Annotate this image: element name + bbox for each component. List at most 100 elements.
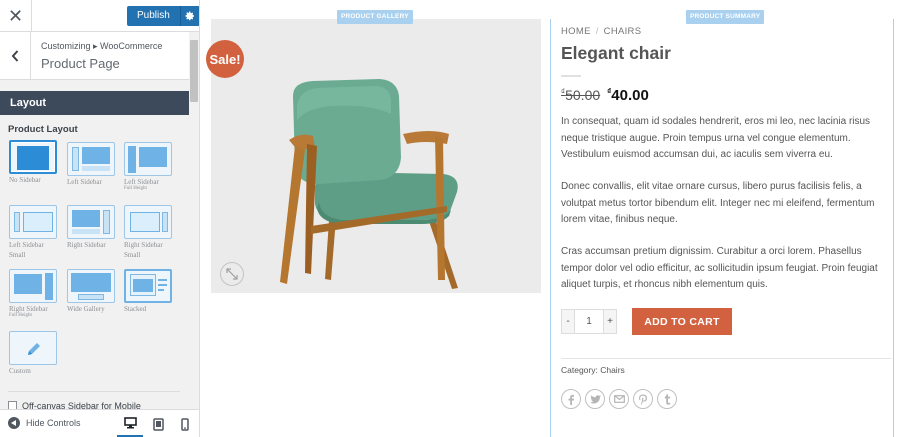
zoom-button[interactable]	[220, 262, 244, 286]
price-original: ₫50.00	[561, 87, 600, 103]
layout-subcaption: Full Height	[124, 186, 147, 191]
price-original-value: 50.00	[565, 87, 601, 103]
layout-caption: Right Sidebar	[124, 241, 163, 249]
quantity-stepper: - 1 +	[561, 309, 617, 334]
product-image-chair[interactable]	[271, 74, 471, 294]
customizer-sidebar: ✕ Publish Customizing ▸ WooCommerce Prod…	[0, 0, 200, 437]
twitter-icon[interactable]	[585, 389, 605, 409]
product-title: Elegant chair	[561, 43, 671, 63]
layout-option-right-sidebar[interactable]: Right Sidebar	[67, 205, 117, 249]
facebook-icon[interactable]	[561, 389, 581, 409]
layout-option-custom[interactable]: Custom	[9, 331, 59, 375]
sidebar-scrollbar[interactable]	[189, 32, 199, 405]
product-gallery-tag[interactable]: PRODUCT GALLERY	[337, 10, 413, 24]
layout-subcaption: Small	[124, 251, 141, 259]
back-button[interactable]	[0, 32, 31, 80]
layout-caption: Left Sidebar	[67, 178, 102, 186]
pinterest-icon[interactable]	[633, 389, 653, 409]
sale-badge: Sale!	[206, 40, 244, 78]
product-summary-tag[interactable]: PRODUCT SUMMARY	[686, 10, 765, 24]
layout-option-stacked[interactable]: Stacked	[124, 269, 174, 313]
social-share-icons	[561, 389, 677, 409]
layout-option-wide-gallery[interactable]: Wide Gallery	[67, 269, 117, 313]
layout-thumbnail	[67, 142, 115, 176]
breadcrumb-home-link[interactable]: HOME	[561, 26, 591, 37]
layout-option-no-sidebar[interactable]: No Sidebar	[9, 140, 59, 184]
customizer-breadcrumb: Customizing ▸ WooCommerce	[41, 41, 163, 51]
layout-option-left-sidebar-small[interactable]: Left Sidebar Small	[9, 205, 59, 259]
layout-thumbnail	[124, 142, 172, 176]
off-canvas-option[interactable]: Off-canvas Sidebar for Mobile	[8, 401, 188, 409]
site-preview: Sale! PRODUCT GALLERY PRODUCT SUMMARY HO…	[200, 0, 900, 437]
layout-thumbnail	[9, 269, 57, 303]
hide-controls-label: Hide Controls	[26, 418, 81, 428]
customizer-topbar: ✕ Publish	[0, 0, 199, 32]
product-layout-label: Product Layout	[8, 124, 78, 135]
collapse-arrow-icon	[8, 417, 20, 429]
layout-thumbnail	[67, 205, 115, 239]
layout-option-right-sidebar-small[interactable]: Right Sidebar Small	[124, 205, 174, 259]
pencil-icon	[28, 343, 40, 355]
off-canvas-label: Off-canvas Sidebar for Mobile	[22, 401, 141, 409]
title-divider	[561, 75, 581, 77]
publish-settings-gear-icon[interactable]	[181, 6, 199, 26]
close-customizer-button[interactable]: ✕	[0, 0, 32, 32]
description-paragraph: In consequat, quam id sodales hendrerit,…	[561, 116, 871, 160]
layout-caption: Left Sidebar	[9, 241, 44, 249]
quantity-plus-button[interactable]: +	[603, 309, 617, 334]
layout-option-left-sidebar-full-height[interactable]: Left Sidebar Full Height	[124, 142, 174, 192]
layout-caption: No Sidebar	[9, 176, 41, 184]
breadcrumb-category-link[interactable]: CHAIRS	[604, 26, 642, 37]
scrollbar-thumb[interactable]	[190, 40, 198, 102]
product-gallery[interactable]	[211, 19, 541, 293]
off-canvas-checkbox[interactable]	[8, 401, 17, 409]
layout-section-header: Layout	[0, 91, 189, 115]
chevron-left-icon	[11, 50, 19, 62]
layout-caption: Right Sidebar	[67, 241, 106, 249]
price-sale-value: 40.00	[611, 87, 649, 104]
layout-thumbnail	[124, 269, 172, 303]
section-header: Customizing ▸ WooCommerce Product Page	[0, 32, 199, 80]
customizer-app: ✕ Publish Customizing ▸ WooCommerce Prod…	[0, 0, 900, 437]
layout-caption: Left Sidebar	[124, 178, 159, 186]
desktop-icon	[123, 416, 137, 428]
mobile-preview-button[interactable]	[172, 410, 198, 437]
layout-caption: Wide Gallery	[67, 305, 105, 313]
layout-caption: Custom	[9, 367, 31, 375]
layout-option-right-sidebar-full-height[interactable]: Right Sidebar Full Height	[9, 269, 59, 319]
breadcrumb-separator: /	[595, 26, 599, 37]
quantity-input[interactable]: 1	[575, 309, 603, 334]
customizer-footer: Hide Controls	[0, 409, 199, 437]
publish-group: Publish	[127, 6, 199, 26]
publish-button[interactable]: Publish	[127, 6, 181, 26]
layout-subcaption: Full Height	[9, 313, 32, 318]
product-category[interactable]: Category: Chairs	[561, 365, 625, 375]
product-price: ₫50.00 ₫40.00	[561, 87, 649, 104]
summary-guide-right	[893, 19, 894, 437]
summary-guide-left	[550, 19, 551, 437]
layout-thumbnail	[67, 269, 115, 303]
expand-icon	[226, 268, 238, 280]
layout-thumbnail	[124, 205, 172, 239]
hide-controls-button[interactable]: Hide Controls	[8, 417, 81, 429]
layout-thumbnail	[9, 331, 57, 365]
email-icon[interactable]	[609, 389, 629, 409]
layout-option-left-sidebar[interactable]: Left Sidebar	[67, 142, 117, 186]
tablet-preview-button[interactable]	[145, 410, 171, 437]
meta-divider	[561, 358, 891, 359]
quantity-minus-button[interactable]: -	[561, 309, 575, 334]
add-to-cart-button[interactable]: ADD TO CART	[632, 308, 732, 335]
layout-thumbnail	[9, 205, 57, 239]
tumblr-icon[interactable]	[657, 389, 677, 409]
tablet-icon	[152, 417, 164, 431]
price-sale: ₫40.00	[607, 87, 649, 104]
layout-caption: Right Sidebar	[9, 305, 48, 313]
mobile-icon	[181, 417, 189, 431]
product-breadcrumb: HOME / CHAIRS	[561, 26, 641, 37]
options-divider	[8, 391, 180, 392]
layout-caption: Stacked	[124, 305, 147, 313]
description-paragraph: Cras accumsan pretium dignissim. Curabit…	[561, 246, 878, 290]
description-paragraph: Donec convallis, elit vitae ornare cursu…	[561, 181, 875, 225]
section-title: Product Page	[41, 56, 120, 71]
desktop-preview-button[interactable]	[117, 410, 143, 437]
